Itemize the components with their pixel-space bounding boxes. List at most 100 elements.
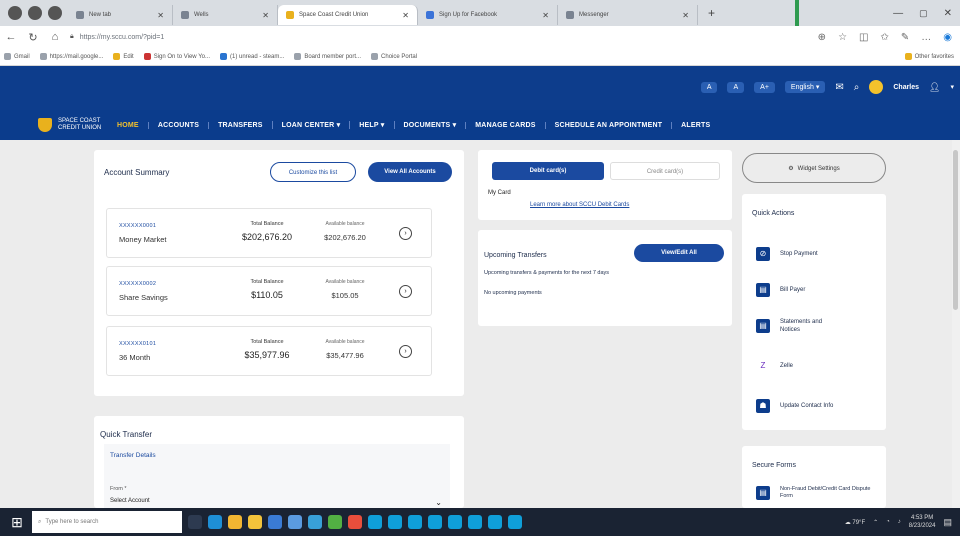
bookmark-item[interactable]: (1) unread - steam... <box>219 53 284 60</box>
clock[interactable]: 4:53 PM 8/23/2024 <box>909 514 936 530</box>
other-favorites[interactable]: Other favorites <box>904 53 954 60</box>
weather-icon[interactable]: ☁ 79°F <box>845 519 865 526</box>
collections-icon[interactable] <box>28 6 42 20</box>
favorites-icon[interactable]: ✩ <box>880 32 888 43</box>
nav-alerts[interactable]: ALERTS <box>671 121 719 129</box>
nav-home[interactable]: HOME <box>108 122 148 129</box>
split-screen-icon[interactable]: ◫ <box>859 32 868 43</box>
maximize-icon[interactable]: ▢ <box>911 8 936 19</box>
app-icon[interactable] <box>468 515 482 529</box>
app-icon[interactable] <box>388 515 402 529</box>
app-icon[interactable] <box>488 515 502 529</box>
taskbar-search-input[interactable]: ⌕ Type here to search <box>32 511 182 533</box>
quick-action-bill-payer[interactable]: ▤ Bill Payer <box>756 280 805 300</box>
close-icon[interactable]: ✕ <box>262 11 269 20</box>
close-icon[interactable]: ✕ <box>682 11 689 20</box>
nav-accounts[interactable]: ACCOUNTS <box>147 121 208 129</box>
app-icon[interactable] <box>428 515 442 529</box>
nav-help[interactable]: HELP ▾ <box>349 121 393 129</box>
nav-schedule-appointment[interactable]: SCHEDULE AN APPOINTMENT <box>544 121 672 129</box>
url-field[interactable]: https://my.sccu.com/?pid=1 <box>80 34 165 41</box>
browser-tab[interactable]: Sign Up for Facebook ✕ <box>418 5 558 25</box>
account-row[interactable]: XXXXXX0002 Share Savings Total Balance $… <box>106 266 432 316</box>
tab-credit-cards[interactable]: Credit card(s) <box>610 162 720 180</box>
notification-icon[interactable]: ▤ <box>943 517 952 528</box>
scrollbar-thumb[interactable] <box>953 150 958 310</box>
page-scrollbar[interactable] <box>952 140 960 508</box>
chrome-icon[interactable] <box>228 515 242 529</box>
font-size-large-button[interactable]: A+ <box>754 81 775 93</box>
widget-settings-button[interactable]: ⚙ Widget Settings <box>742 153 886 183</box>
nav-loan-center[interactable]: LOAN CENTER ▾ <box>271 121 350 129</box>
customize-list-button[interactable]: Customize this list <box>270 162 356 182</box>
close-window-icon[interactable]: ✕ <box>936 8 960 19</box>
font-size-medium-button[interactable]: A <box>727 81 745 93</box>
back-icon[interactable]: ← <box>0 31 22 43</box>
browser-tab-active[interactable]: Space Coast Credit Union ✕ <box>278 5 418 25</box>
bookmark-item[interactable]: Board member port... <box>294 53 361 60</box>
account-number[interactable]: XXXXXX0001 <box>119 223 156 229</box>
tray-chevron-icon[interactable]: ⌃ <box>873 519 878 526</box>
extensions-icon[interactable]: ✎ <box>901 32 909 43</box>
app-icon[interactable] <box>328 515 342 529</box>
app-icon[interactable] <box>308 515 322 529</box>
chevron-right-icon[interactable]: › <box>399 285 412 298</box>
quick-action-update-contact[interactable]: ☗ Update Contact Info <box>756 396 833 416</box>
search-icon[interactable]: ⌕ <box>854 82 860 93</box>
chevron-right-icon[interactable]: › <box>399 345 412 358</box>
user-icon[interactable]: 👤︎ <box>929 82 940 93</box>
bookmark-item[interactable]: Sign On to View Yo... <box>143 53 210 60</box>
windows-start-icon[interactable]: ⊞ <box>6 511 28 533</box>
browser-tab[interactable]: Wells ✕ <box>173 5 278 25</box>
app-icon[interactable] <box>368 515 382 529</box>
app-icon[interactable] <box>408 515 422 529</box>
refresh-icon[interactable]: ↻ <box>22 31 44 44</box>
quick-action-statements[interactable]: ▤ Statements and Notices <box>756 316 840 336</box>
home-icon[interactable]: ⌂ <box>44 31 66 43</box>
view-all-accounts-button[interactable]: View All Accounts <box>368 162 452 182</box>
view-edit-all-button[interactable]: View/Edit All <box>634 244 724 262</box>
browser-tab[interactable]: New tab ✕ <box>68 5 173 25</box>
nav-documents[interactable]: DOCUMENTS ▾ <box>393 121 466 129</box>
network-icon[interactable]: ◔ <box>886 519 890 525</box>
copilot-icon[interactable]: ◉ <box>943 32 952 43</box>
tab-debit-cards[interactable]: Debit card(s) <box>492 162 604 180</box>
new-tab-icon[interactable]: + <box>708 6 715 20</box>
edge-icon[interactable] <box>208 515 222 529</box>
account-row[interactable]: XXXXXX0001 Money Market Total Balance $2… <box>106 208 432 258</box>
chevron-right-icon[interactable]: › <box>399 227 412 240</box>
favorite-star-icon[interactable]: ☆ <box>838 32 847 43</box>
bookmark-item[interactable]: Gmail <box>4 53 30 60</box>
account-row[interactable]: XXXXXX0101 36 Month Total Balance $35,97… <box>106 326 432 376</box>
browser-tab[interactable]: Messenger ✕ <box>558 5 698 25</box>
minimize-icon[interactable]: — <box>885 8 911 19</box>
mail-app-icon[interactable] <box>268 515 282 529</box>
store-icon[interactable] <box>288 515 302 529</box>
nav-transfers[interactable]: TRANSFERS <box>208 121 272 129</box>
bookmark-item[interactable]: Choice Portal <box>371 53 417 60</box>
quick-action-stop-payment[interactable]: ⊘ Stop Payment <box>756 244 818 264</box>
explorer-icon[interactable] <box>248 515 262 529</box>
learn-more-link[interactable]: Learn more about SCCU Debit Cards <box>530 202 629 208</box>
zoom-icon[interactable]: ⊕ <box>818 32 826 43</box>
app-icon[interactable] <box>448 515 462 529</box>
close-icon[interactable]: ✕ <box>157 11 164 20</box>
task-view-icon[interactable] <box>188 515 202 529</box>
mail-icon[interactable]: ✉ <box>835 82 843 93</box>
avatar[interactable] <box>869 80 884 94</box>
user-name[interactable]: Charles <box>893 84 919 91</box>
account-number[interactable]: XXXXXX0002 <box>119 281 156 287</box>
bookmark-item[interactable]: https://mail.google... <box>39 53 103 60</box>
profile-icon[interactable] <box>8 6 22 20</box>
font-size-small-button[interactable]: A <box>700 81 718 93</box>
tab-actions-icon[interactable] <box>48 6 62 20</box>
app-icon[interactable] <box>508 515 522 529</box>
close-icon[interactable]: ✕ <box>402 11 409 20</box>
volume-icon[interactable]: ♪ <box>898 519 901 525</box>
sccu-logo[interactable]: SPACE COAST CREDIT UNION <box>38 118 108 132</box>
chevron-down-icon[interactable]: ▾ <box>950 83 954 91</box>
close-icon[interactable]: ✕ <box>542 11 549 20</box>
quick-action-zelle[interactable]: Z Zelle <box>756 356 793 376</box>
secure-form-dispute[interactable]: ▤ Non-Fraud Debit/Credit Card Dispute For… <box>756 486 880 506</box>
app-icon[interactable] <box>348 515 362 529</box>
